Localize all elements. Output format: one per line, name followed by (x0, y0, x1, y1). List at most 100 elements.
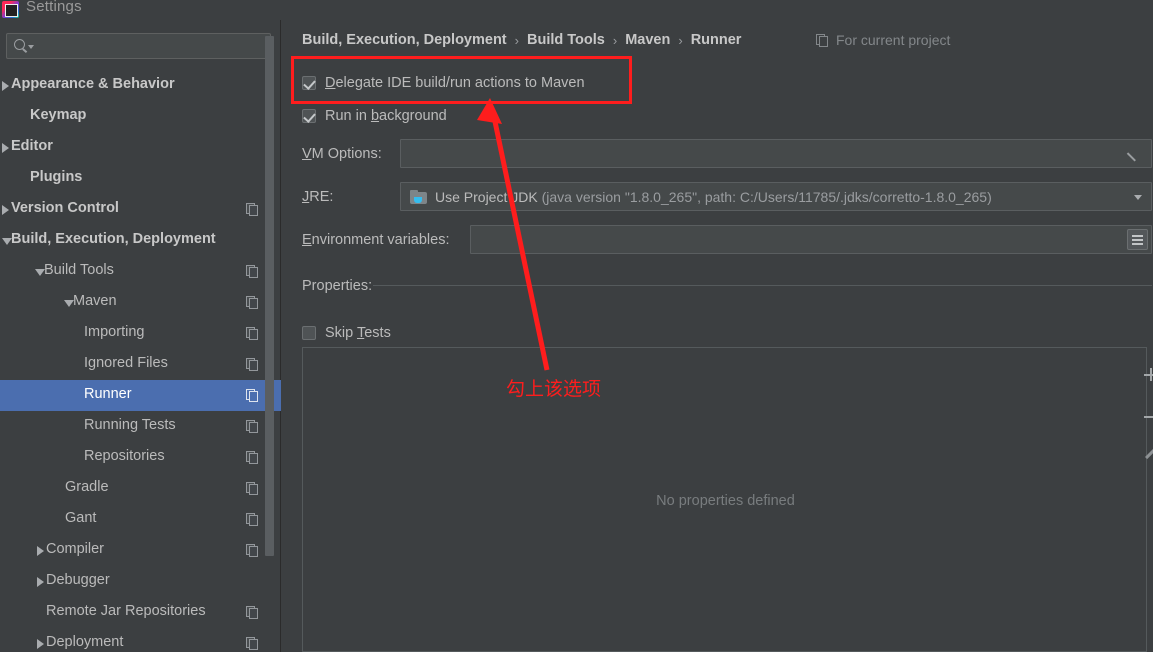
settings-dialog: Settings Appearance & Behavior Keymap Edit… (0, 0, 1153, 652)
sidebar-item-runner[interactable]: Runner (0, 380, 281, 411)
intellij-idea-logo-icon (2, 1, 19, 18)
environment-variables-label: Environment variables: (302, 232, 450, 248)
copy-icon (246, 265, 259, 278)
breadcrumb-separator: › (612, 32, 618, 48)
properties-divider (373, 285, 1152, 286)
properties-empty-text: No properties defined (656, 493, 795, 509)
sidebar-item-keymap[interactable]: Keymap (0, 101, 281, 132)
jre-value: Use Project JDK (java version "1.8.0_265… (435, 188, 992, 205)
breadcrumb-item[interactable]: Maven (625, 32, 670, 48)
sidebar-item-remote-jar-repositories[interactable]: Remote Jar Repositories (0, 597, 281, 628)
list-browse-icon[interactable] (1127, 229, 1148, 250)
chevron-right-icon[interactable] (2, 143, 9, 153)
sidebar-item-maven[interactable]: Maven (0, 287, 281, 318)
sidebar-item-label: Deployment (46, 634, 124, 650)
sidebar-item-repositories[interactable]: Repositories (0, 442, 281, 473)
chevron-right-icon[interactable] (37, 546, 44, 556)
annotation-note: 勾上该选项 (506, 378, 602, 400)
settings-main-panel: Build, Execution, Deployment › Build Tools… (281, 20, 1153, 652)
breadcrumb-separator: › (678, 32, 683, 48)
jre-label: JRE: (302, 189, 334, 205)
sidebar-item-label: Importing (84, 324, 145, 340)
sidebar-item-gradle[interactable]: Gradle (0, 473, 281, 504)
sidebar-item-compiler[interactable]: Compiler (0, 535, 281, 566)
sidebar-item-build-execution-deployment[interactable]: Build, Execution, Deployment (0, 225, 281, 256)
copy-icon (246, 482, 259, 495)
sidebar-item-label: Build, Execution, Deployment (11, 231, 216, 247)
jdk-folder-icon (410, 189, 427, 204)
jre-combobox[interactable]: Use Project JDK (java version "1.8.0_265… (400, 182, 1152, 211)
search-icon (14, 39, 25, 50)
copy-icon (246, 606, 259, 619)
sidebar-item-ignored-files[interactable]: Ignored Files (0, 349, 281, 380)
sidebar-item-importing[interactable]: Importing (0, 318, 281, 349)
sidebar-scrollbar-thumb[interactable] (265, 36, 274, 556)
expand-arrows-icon[interactable] (1124, 149, 1139, 164)
for-current-project-indicator: For current project (816, 32, 950, 48)
breadcrumb-item[interactable]: Build, Execution, Deployment (302, 32, 507, 48)
sidebar-item-label: Gant (65, 510, 97, 526)
sidebar-item-editor[interactable]: Editor (0, 132, 281, 163)
mnemonic-letter: b (370, 108, 380, 124)
properties-toolbar (1144, 347, 1153, 652)
run-in-background-checkbox-box[interactable] (302, 109, 316, 123)
breadcrumb-item[interactable]: Runner (691, 32, 742, 48)
settings-tree[interactable]: Appearance & Behavior Keymap Editor Plugins… (0, 70, 281, 652)
sidebar-item-version-control[interactable]: Version Control (0, 194, 281, 225)
chevron-right-icon[interactable] (37, 639, 44, 649)
sidebar-item-label: Debugger (46, 572, 110, 588)
window-titlebar: Settings (0, 0, 1153, 20)
copy-icon (246, 451, 259, 464)
pencil-icon[interactable] (1143, 447, 1153, 465)
sidebar-item-label: Compiler (46, 541, 105, 557)
copy-icon (246, 637, 259, 650)
search-box[interactable] (6, 33, 271, 59)
chevron-down-icon[interactable] (28, 45, 34, 49)
sidebar-item-label: Maven (73, 293, 117, 309)
copy-icon (246, 296, 259, 309)
delegate-checkbox[interactable]: Delegate IDE build/run actions to Maven (302, 75, 585, 91)
plus-icon[interactable] (1143, 367, 1153, 383)
sidebar-item-gant[interactable]: Gant (0, 504, 281, 535)
chevron-down-icon[interactable] (1134, 195, 1142, 200)
properties-table[interactable]: No properties defined (302, 347, 1147, 652)
environment-variables-input[interactable] (470, 225, 1152, 254)
chevron-right-icon[interactable] (37, 577, 44, 587)
breadcrumb-item[interactable]: Build Tools (527, 32, 605, 48)
chevron-right-icon[interactable] (2, 205, 9, 215)
settings-sidebar: Appearance & Behavior Keymap Editor Plugins… (0, 20, 281, 652)
breadcrumb: Build, Execution, Deployment › Build Tools… (302, 32, 741, 48)
copy-icon (246, 420, 259, 433)
skip-tests-checkbox-box[interactable] (302, 326, 316, 340)
sidebar-item-deployment[interactable]: Deployment (0, 628, 281, 652)
sidebar-item-label: Ignored Files (84, 355, 168, 371)
sidebar-item-running-tests[interactable]: Running Tests (0, 411, 281, 442)
sidebar-item-label: Runner (84, 386, 132, 402)
copy-icon (246, 203, 259, 216)
search-input[interactable] (37, 34, 267, 58)
delegate-checkbox-label: Delegate IDE build/run actions to Maven (325, 75, 585, 91)
run-in-background-checkbox[interactable]: Run in background (302, 108, 447, 124)
chevron-right-icon[interactable] (2, 81, 9, 91)
copy-icon (816, 33, 829, 47)
sidebar-item-label: Editor (11, 138, 53, 154)
sidebar-item-label: Keymap (30, 107, 87, 123)
window-title: Settings (26, 0, 82, 15)
delegate-checkbox-box[interactable] (302, 76, 316, 90)
for-current-project-label: For current project (836, 32, 951, 48)
properties-section-label: Properties: (302, 278, 373, 294)
minus-icon[interactable] (1143, 409, 1153, 425)
sidebar-item-appearance-behavior[interactable]: Appearance & Behavior (0, 70, 281, 101)
sidebar-item-build-tools[interactable]: Build Tools (0, 256, 281, 287)
vm-options-input[interactable] (400, 139, 1152, 168)
run-in-background-label: Run in background (325, 108, 447, 124)
sidebar-scrollbar-track[interactable] (265, 20, 277, 602)
breadcrumb-separator: › (514, 32, 519, 48)
vm-options-label: VM Options: (302, 146, 382, 162)
sidebar-item-label: Build Tools (44, 262, 114, 278)
skip-tests-checkbox[interactable]: Skip Tests (302, 325, 391, 341)
mnemonic-letter: D (325, 75, 336, 91)
copy-icon (246, 358, 259, 371)
sidebar-item-plugins[interactable]: Plugins (0, 163, 281, 194)
sidebar-item-debugger[interactable]: Debugger (0, 566, 281, 597)
